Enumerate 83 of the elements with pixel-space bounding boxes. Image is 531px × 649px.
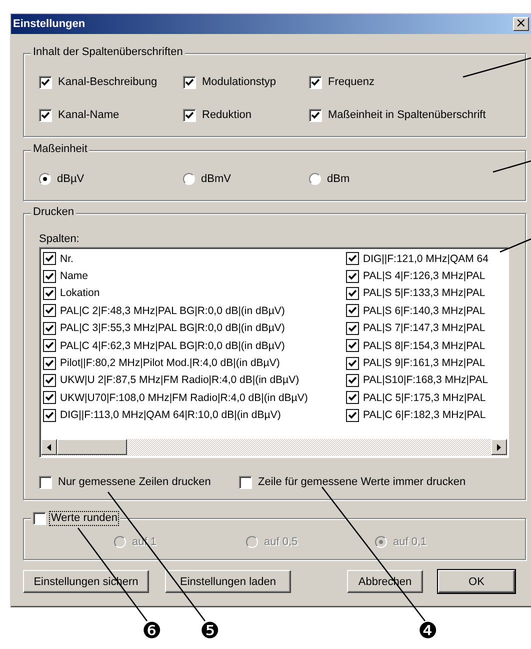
dialog-button[interactable]: Einstellungen laden <box>165 570 291 593</box>
close-button[interactable]: × <box>513 17 529 31</box>
list-item[interactable]: PAL|S 8|F:154,3 MHz|PAL <box>363 340 486 352</box>
checkbox-label: Kanal-Name <box>58 109 120 121</box>
checkbox[interactable] <box>346 322 359 335</box>
checkbox[interactable] <box>183 76 196 88</box>
checkbox[interactable] <box>43 408 56 422</box>
checkbox[interactable] <box>346 374 359 387</box>
scroll-left-icon[interactable] <box>41 439 57 455</box>
checkbox[interactable] <box>346 270 359 283</box>
list-item[interactable]: Nr. <box>60 252 74 265</box>
checkbox[interactable] <box>346 356 359 370</box>
list-item[interactable]: DIG||F:121,0 MHz|QAM 64 <box>363 252 488 265</box>
list-item[interactable]: Pilot||F:80,2 MHz|Pilot Mod.|R:4,0 dB|(in dBµV) <box>60 357 280 370</box>
checkbox[interactable] <box>43 322 56 335</box>
window-title: Einstellungen <box>13 18 86 30</box>
checkbox[interactable] <box>309 108 322 122</box>
checkbox[interactable] <box>39 108 52 122</box>
radio-button[interactable] <box>183 173 195 185</box>
checkbox[interactable] <box>43 252 56 266</box>
checkbox-label: Reduktion <box>202 109 252 121</box>
checkbox[interactable] <box>239 476 252 488</box>
list-item[interactable]: PAL|S 5|F:133,3 MHz|PAL <box>363 287 486 300</box>
checkbox[interactable] <box>43 356 56 370</box>
radio-label: dBm <box>327 173 350 185</box>
list-item[interactable]: PAL|S 9|F:161,3 MHz|PAL <box>363 357 486 370</box>
list-item[interactable]: PAL|S 4|F:126,3 MHz|PAL <box>363 270 486 282</box>
checkbox[interactable] <box>43 339 56 352</box>
scrollbar-thumb[interactable] <box>57 439 127 455</box>
checkbox-label: Kanal-Beschreibung <box>58 76 158 88</box>
leader-line <box>462 57 531 78</box>
list-item[interactable]: UKW|U70|F:108,0 MHz|FM Radio|R:4,0 dB|(in dBµV) <box>60 392 308 404</box>
checkbox[interactable] <box>183 108 196 122</box>
callout-number: ❻ <box>142 620 162 644</box>
radio-label: dBµV <box>57 173 84 185</box>
checkbox[interactable] <box>43 286 56 300</box>
checkbox[interactable] <box>39 476 52 488</box>
checkbox[interactable] <box>309 76 322 88</box>
list-item[interactable]: UKW|U 2|F:87,5 MHz|FM Radio|R:4,0 dB|(in dBµV) <box>60 374 300 386</box>
checkbox-label: Nur gemessene Zeilen drucken <box>58 476 211 488</box>
list-item[interactable]: PAL|C 3|F:55,3 MHz|PAL BG|R:0,0 dB|(in dBµV) <box>60 322 285 334</box>
callout-number: ❹ <box>418 620 438 644</box>
scroll-right-icon[interactable] <box>491 439 507 455</box>
checkbox-label: Frequenz <box>328 76 374 88</box>
radio-label: auf 0,1 <box>393 536 427 548</box>
list-item[interactable]: PAL|S10|F:168,3 MHz|PAL <box>363 374 488 386</box>
checkbox-label: Modulationstyp <box>202 76 276 88</box>
checkbox-label: Maßeinheit in Spaltenüberschrift <box>328 109 486 121</box>
checkbox[interactable] <box>43 391 56 404</box>
checkbox[interactable] <box>43 270 56 283</box>
radio-button[interactable] <box>309 173 321 185</box>
checkbox-label: Zeile für gemessene Werte immer drucken <box>258 476 466 488</box>
checkbox[interactable] <box>39 76 52 88</box>
callout-number: ❺ <box>200 620 220 644</box>
list-item[interactable]: PAL|C 4|F:62,3 MHz|PAL BG|R:0,0 dB|(in dBµV) <box>60 340 285 352</box>
list-item[interactable]: PAL|S 6|F:140,3 MHz|PAL <box>363 304 486 317</box>
checkbox[interactable] <box>43 304 56 318</box>
checkbox-label: Werte runden <box>50 512 118 524</box>
list-item[interactable]: PAL|C 2|F:48,3 MHz|PAL BG|R:0,0 dB|(in dBµV) <box>60 304 285 317</box>
checkbox[interactable] <box>33 512 46 524</box>
list-item[interactable]: PAL|S 7|F:147,3 MHz|PAL <box>363 322 486 334</box>
list-item[interactable]: Name <box>60 270 88 282</box>
column-list[interactable] <box>39 247 509 458</box>
group-title: Inhalt der Spaltenüberschriften <box>31 46 185 59</box>
list-item[interactable]: PAL|C 5|F:175,3 MHz|PAL <box>363 392 486 404</box>
checkbox[interactable] <box>346 408 359 422</box>
checkbox[interactable] <box>43 374 56 387</box>
dialog-button[interactable]: OK <box>438 570 515 593</box>
list-item[interactable]: PAL|C 6|F:182,3 MHz|PAL <box>363 409 486 422</box>
radio-button[interactable] <box>39 173 51 185</box>
checkbox[interactable] <box>346 391 359 404</box>
checkbox[interactable] <box>346 339 359 352</box>
horizontal-scrollbar[interactable] <box>41 439 507 456</box>
radio-label: auf 0,5 <box>264 536 298 548</box>
list-item[interactable]: Lokation <box>60 287 100 300</box>
radio-label: dBmV <box>201 173 231 185</box>
checkbox[interactable] <box>346 304 359 318</box>
list-label: Spalten: <box>38 232 80 246</box>
checkbox[interactable] <box>346 286 359 300</box>
leader-line <box>500 238 531 253</box>
list-item[interactable]: DIG||F:113,0 MHz|QAM 64|R:10,0 dB|(in dBµV) <box>60 409 281 422</box>
leader-line <box>492 160 531 173</box>
checkbox[interactable] <box>346 252 359 266</box>
